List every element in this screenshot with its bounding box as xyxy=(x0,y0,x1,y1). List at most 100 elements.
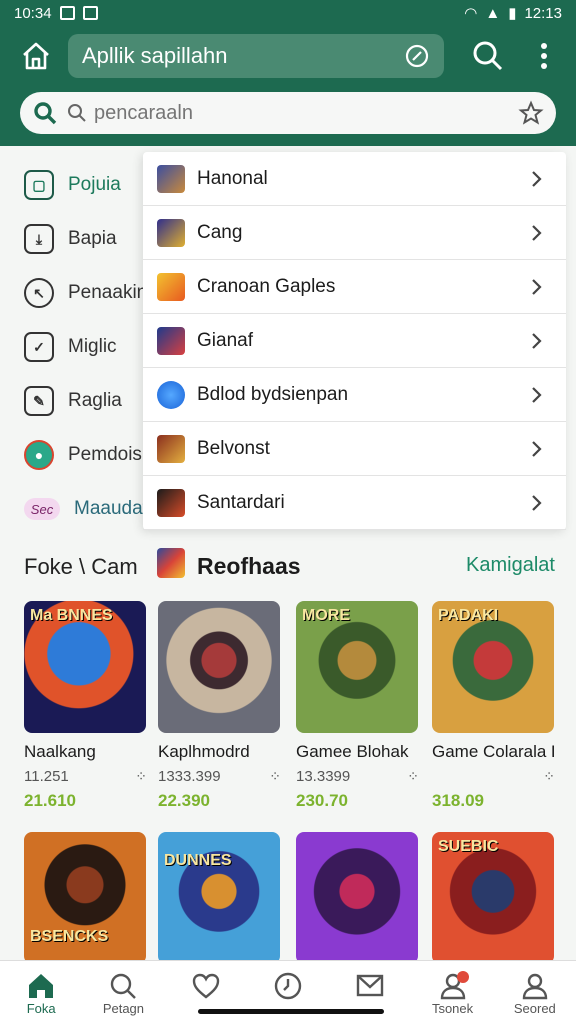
search-icon[interactable] xyxy=(470,38,506,74)
game-price: 230.70 xyxy=(296,791,348,810)
home-icon[interactable] xyxy=(20,40,52,72)
sidebar-item-pojuia[interactable]: ▢ Pojuia xyxy=(0,158,150,212)
more-icon[interactable]: ⁘ xyxy=(407,768,419,785)
sidebar-item-bapia[interactable]: ⤓ Bapia xyxy=(0,212,150,266)
game-card[interactable] xyxy=(296,832,418,964)
app-bar: Apllik sapillahn xyxy=(0,26,576,146)
search-input[interactable] xyxy=(94,101,518,125)
bottom-nav: Foka Petagn Tsonek Seored xyxy=(0,960,576,1024)
nav-petagn[interactable]: Petagn xyxy=(82,961,164,1024)
game-icon xyxy=(157,488,185,517)
sidebar-item-label: Raglia xyxy=(68,390,122,411)
game-card[interactable]: MORE Gamee Blohak 13.3399 ⁘ 230.70 xyxy=(296,601,419,811)
game-thumbnail[interactable] xyxy=(296,832,418,964)
nav-mail[interactable] xyxy=(329,961,411,1024)
game-thumbnail[interactable]: Ma BNNES xyxy=(24,601,146,733)
game-card[interactable]: BSENCKS xyxy=(24,832,146,964)
game-card[interactable]: Ma BNNES Naalkang 11.251 ⁘ 21.610 xyxy=(24,601,147,811)
sidebar-item-maaudat[interactable]: Sec Maaudat xyxy=(0,482,150,536)
nav-label: Petagn xyxy=(102,1001,145,1016)
app-title: Apllik sapillahn xyxy=(82,43,228,68)
home-indicator[interactable] xyxy=(198,1009,384,1014)
menu-item-cang[interactable]: Cang xyxy=(143,206,566,260)
notification-icon xyxy=(82,6,98,20)
game-card[interactable]: SUEBIC xyxy=(432,832,554,964)
section-icon xyxy=(157,548,185,578)
badge-icon: Sec xyxy=(24,498,60,520)
sidebar-item-label: Miglic xyxy=(68,336,117,357)
menu-item-hanonal[interactable]: Hanonal xyxy=(143,152,566,206)
game-price: 318.09 xyxy=(432,791,484,810)
more-icon[interactable]: ⁘ xyxy=(543,768,555,785)
game-thumbnail[interactable]: SUEBIC xyxy=(432,832,554,964)
compass-icon[interactable] xyxy=(404,43,430,69)
home-icon xyxy=(29,974,54,998)
nav-foka[interactable]: Foka xyxy=(0,961,82,1024)
game-card[interactable]: PADAKI Game Colarala Dloh ⁘ 318.09 xyxy=(432,601,555,811)
sidebar-item-label: Maaudat xyxy=(74,498,148,519)
nav-tsonek[interactable]: Tsonek xyxy=(411,961,493,1024)
search-small-icon xyxy=(68,104,86,122)
menu-item-bdlod[interactable]: Bdlod bydsienpan xyxy=(143,368,566,422)
more-vert-icon[interactable] xyxy=(530,38,558,74)
game-thumbnail[interactable] xyxy=(158,601,280,733)
game-card[interactable]: Kaplhmodrd 1333.399 ⁘ 22.390 xyxy=(158,601,281,811)
sidebar-item-penaakin[interactable]: ↖ Penaakin xyxy=(0,266,150,320)
game-name: Gamee Blohak xyxy=(296,742,409,761)
pen-icon: ✎ xyxy=(24,386,54,416)
menu-item-label: Belvonst xyxy=(197,437,270,459)
see-more-link[interactable]: Kamigalat xyxy=(466,554,555,577)
menu-item-label: Cang xyxy=(197,221,243,243)
status-time: 10:34 xyxy=(14,4,52,22)
more-icon[interactable]: ⁘ xyxy=(135,768,147,785)
nav-favorites[interactable] xyxy=(165,961,247,1024)
star-icon[interactable] xyxy=(518,100,544,126)
menu-item-belvonst[interactable]: Belvonst xyxy=(143,422,566,476)
nav-seored[interactable]: Seored xyxy=(494,961,576,1024)
section-title: Reofhaas xyxy=(197,553,301,579)
game-icon xyxy=(157,218,185,247)
nav-history[interactable] xyxy=(247,961,329,1024)
nav-label: Seored xyxy=(513,1001,556,1016)
sidebar-item-label: Pojuia xyxy=(68,174,121,195)
game-thumbnail[interactable]: MORE xyxy=(296,601,418,733)
chevron-right-icon xyxy=(532,386,542,403)
chevron-right-icon xyxy=(532,440,542,457)
status-bar: 10:34 ◠ ▲ ▮ 12:13 xyxy=(0,0,576,26)
blue-dot-icon xyxy=(157,380,185,409)
menu-item-santardari[interactable]: Santardari xyxy=(143,476,566,530)
clock-icon xyxy=(274,972,302,1000)
game-icon xyxy=(157,326,185,355)
notification-badge xyxy=(456,971,469,983)
sidebar-item-label: Pemdois xyxy=(68,444,142,465)
download-icon: ⤓ xyxy=(24,224,54,254)
game-thumbnail[interactable]: BSENCKS xyxy=(24,832,146,964)
nav-label: Foka xyxy=(26,1001,56,1016)
game-card[interactable]: DUNNES xyxy=(158,832,280,964)
sidebar-item-pemdois[interactable]: ● Pemdois xyxy=(0,428,150,482)
chevron-right-icon xyxy=(532,278,542,295)
sidebar-item-raglia[interactable]: ✎ Raglia xyxy=(0,374,150,428)
game-name: Kaplhmodrd xyxy=(158,742,250,761)
heart-icon xyxy=(192,973,219,999)
sidebar-item-miglic[interactable]: ✓ Miglic xyxy=(0,320,150,374)
section-heading-left: Foke \ Cam xyxy=(24,554,138,579)
chevron-right-icon xyxy=(532,332,542,349)
game-icon xyxy=(157,272,185,301)
game-thumbnail[interactable]: DUNNES xyxy=(158,832,280,964)
chevron-right-icon xyxy=(532,494,542,511)
check-icon: ✓ xyxy=(24,332,54,362)
game-name: Game Colarala Dloh xyxy=(432,742,554,761)
menu-item-gianaf[interactable]: Gianaf xyxy=(143,314,566,368)
game-icon xyxy=(157,164,185,193)
menu-item-label: Hanonal xyxy=(197,167,268,189)
game-name: Naalkang xyxy=(24,742,96,761)
menu-item-label: Bdlod bydsienpan xyxy=(197,383,349,405)
game-price: 22.390 xyxy=(158,791,210,810)
more-icon[interactable]: ⁘ xyxy=(269,768,281,785)
menu-item-cranoan-gaples[interactable]: Cranoan Gaples xyxy=(143,260,566,314)
app-title-pill[interactable]: Apllik sapillahn xyxy=(68,34,444,78)
search-bar[interactable] xyxy=(20,92,556,134)
game-thumbnail[interactable]: PADAKI xyxy=(432,601,554,733)
menu-item-label: Santardari xyxy=(197,491,285,513)
